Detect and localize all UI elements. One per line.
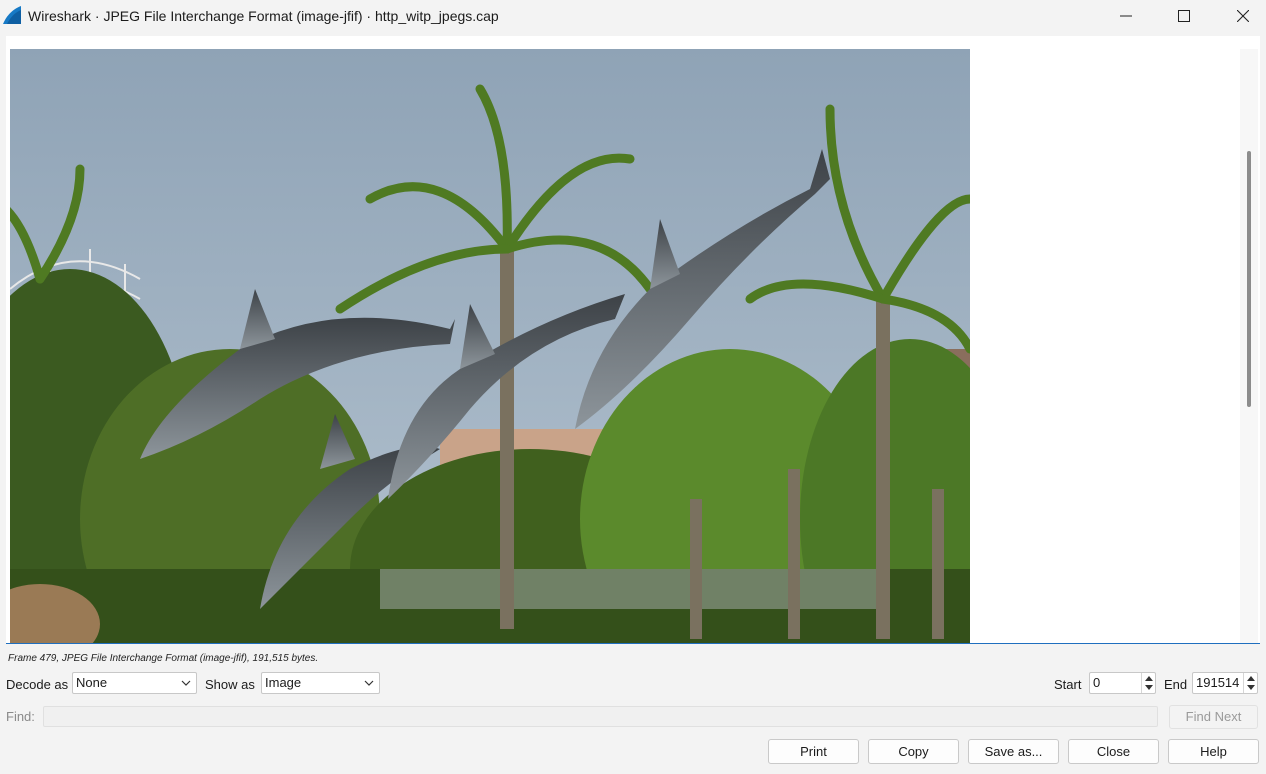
- vertical-scrollbar[interactable]: [1240, 49, 1258, 643]
- end-label: End: [1164, 677, 1188, 692]
- end-spinbox[interactable]: 191514: [1192, 672, 1258, 694]
- decode-as-label: Decode as: [6, 677, 69, 692]
- minimize-icon: [1120, 15, 1132, 17]
- jpeg-image: [10, 49, 970, 643]
- close-window-button[interactable]: [1214, 0, 1266, 32]
- help-button[interactable]: Help: [1168, 739, 1259, 764]
- save-as-button[interactable]: Save as...: [968, 739, 1059, 764]
- find-next-button[interactable]: Find Next: [1169, 705, 1258, 729]
- chevron-down-icon: [364, 680, 374, 686]
- dolphins-photo: [10, 49, 970, 643]
- print-button[interactable]: Print: [768, 739, 859, 764]
- title-bar: Wireshark · JPEG File Interchange Format…: [0, 0, 1266, 34]
- chevron-down-icon: [181, 680, 191, 686]
- close-icon: [1237, 10, 1249, 22]
- end-value: 191514: [1196, 675, 1240, 690]
- start-label: Start: [1054, 677, 1082, 692]
- decode-as-value: None: [76, 675, 108, 690]
- maximize-icon: [1178, 10, 1190, 22]
- show-as-value: Image: [265, 675, 302, 690]
- image-viewer[interactable]: [6, 36, 1260, 644]
- frame-info-text: Frame 479, JPEG File Interchange Format …: [8, 653, 319, 664]
- start-stepper[interactable]: [1141, 673, 1155, 693]
- find-input[interactable]: [43, 706, 1158, 727]
- start-spinbox[interactable]: 0: [1089, 672, 1156, 694]
- start-value: 0: [1093, 675, 1101, 690]
- end-stepper[interactable]: [1243, 673, 1257, 693]
- scrollbar-thumb[interactable]: [1247, 151, 1251, 407]
- show-as-label: Show as: [205, 677, 255, 692]
- close-button[interactable]: Close: [1068, 739, 1159, 764]
- window-title: Wireshark · JPEG File Interchange Format…: [28, 8, 499, 24]
- find-label: Find:: [6, 709, 35, 724]
- wireshark-fin-icon: [3, 6, 21, 24]
- decode-as-select[interactable]: None: [72, 672, 197, 694]
- minimize-button[interactable]: [1097, 0, 1155, 32]
- maximize-button[interactable]: [1155, 0, 1213, 32]
- copy-button[interactable]: Copy: [868, 739, 959, 764]
- show-as-select[interactable]: Image: [261, 672, 380, 694]
